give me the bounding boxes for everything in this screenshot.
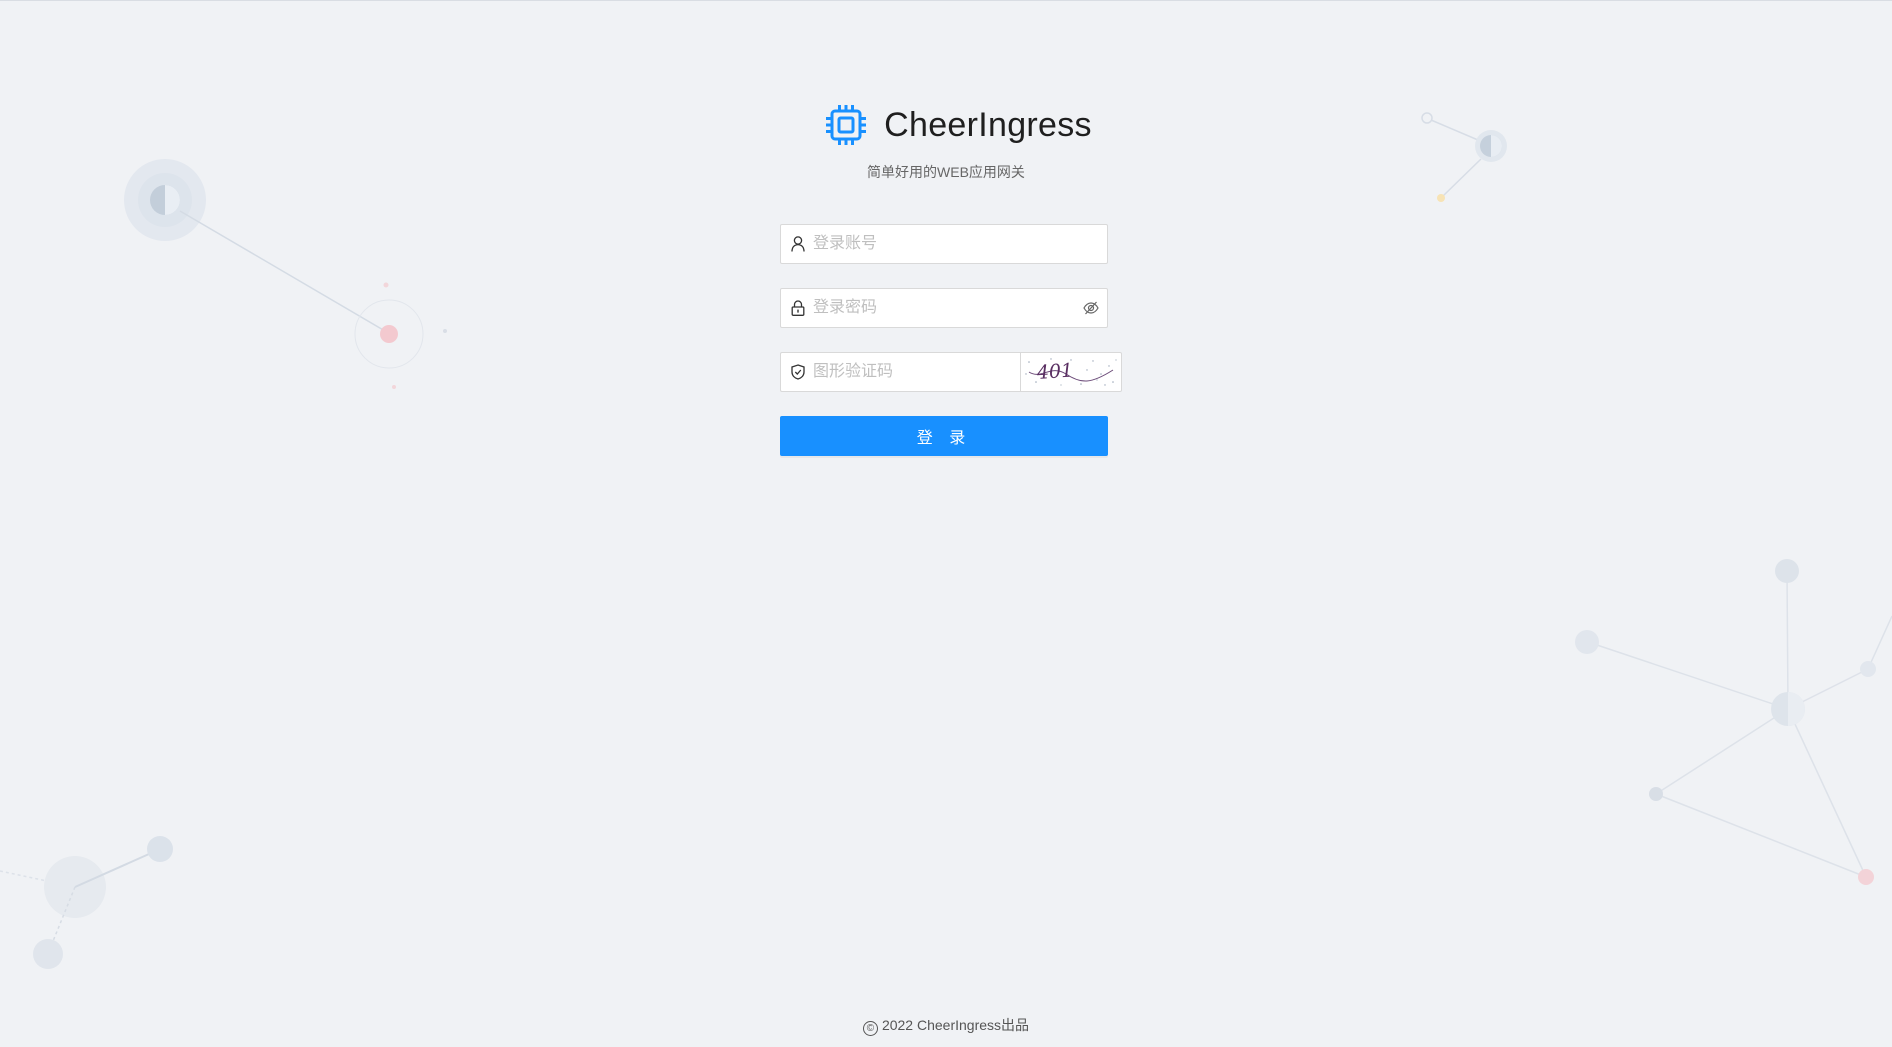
- captcha-input[interactable]: [813, 353, 1020, 391]
- app-title: CheerIngress: [884, 105, 1092, 144]
- login-page: CheerIngress 简单好用的WEB应用网关 登录账号 图形验证码 401…: [0, 0, 1892, 1047]
- password-input[interactable]: [813, 289, 1075, 327]
- username-field: [780, 224, 1108, 264]
- captcha-row: 401: [780, 352, 1122, 392]
- captcha-text: 401: [1035, 359, 1074, 384]
- login-button[interactable]: 登 录: [780, 416, 1108, 456]
- footer-text: 2022 CheerIngress出品: [881, 1017, 1030, 1033]
- copyright-icon: ©: [862, 1021, 878, 1036]
- user-icon: [781, 236, 813, 252]
- footer: © 2022 CheerIngress出品: [0, 1015, 1892, 1036]
- captcha-image[interactable]: 401: [1020, 352, 1122, 392]
- brand: CheerIngress: [826, 105, 1092, 145]
- login-form: 401 登 录: [780, 224, 1122, 456]
- lock-icon: [781, 300, 813, 316]
- eye-invisible-icon[interactable]: [1075, 301, 1107, 315]
- username-input[interactable]: [813, 225, 1107, 263]
- captcha-field: [780, 352, 1020, 392]
- app-subtitle: 简单好用的WEB应用网关: [867, 164, 1025, 180]
- cpu-chip-icon: [826, 105, 867, 145]
- login-header: CheerIngress 简单好用的WEB应用网关: [0, 105, 1892, 182]
- shield-check-icon: [781, 364, 813, 380]
- password-field: [780, 288, 1108, 328]
